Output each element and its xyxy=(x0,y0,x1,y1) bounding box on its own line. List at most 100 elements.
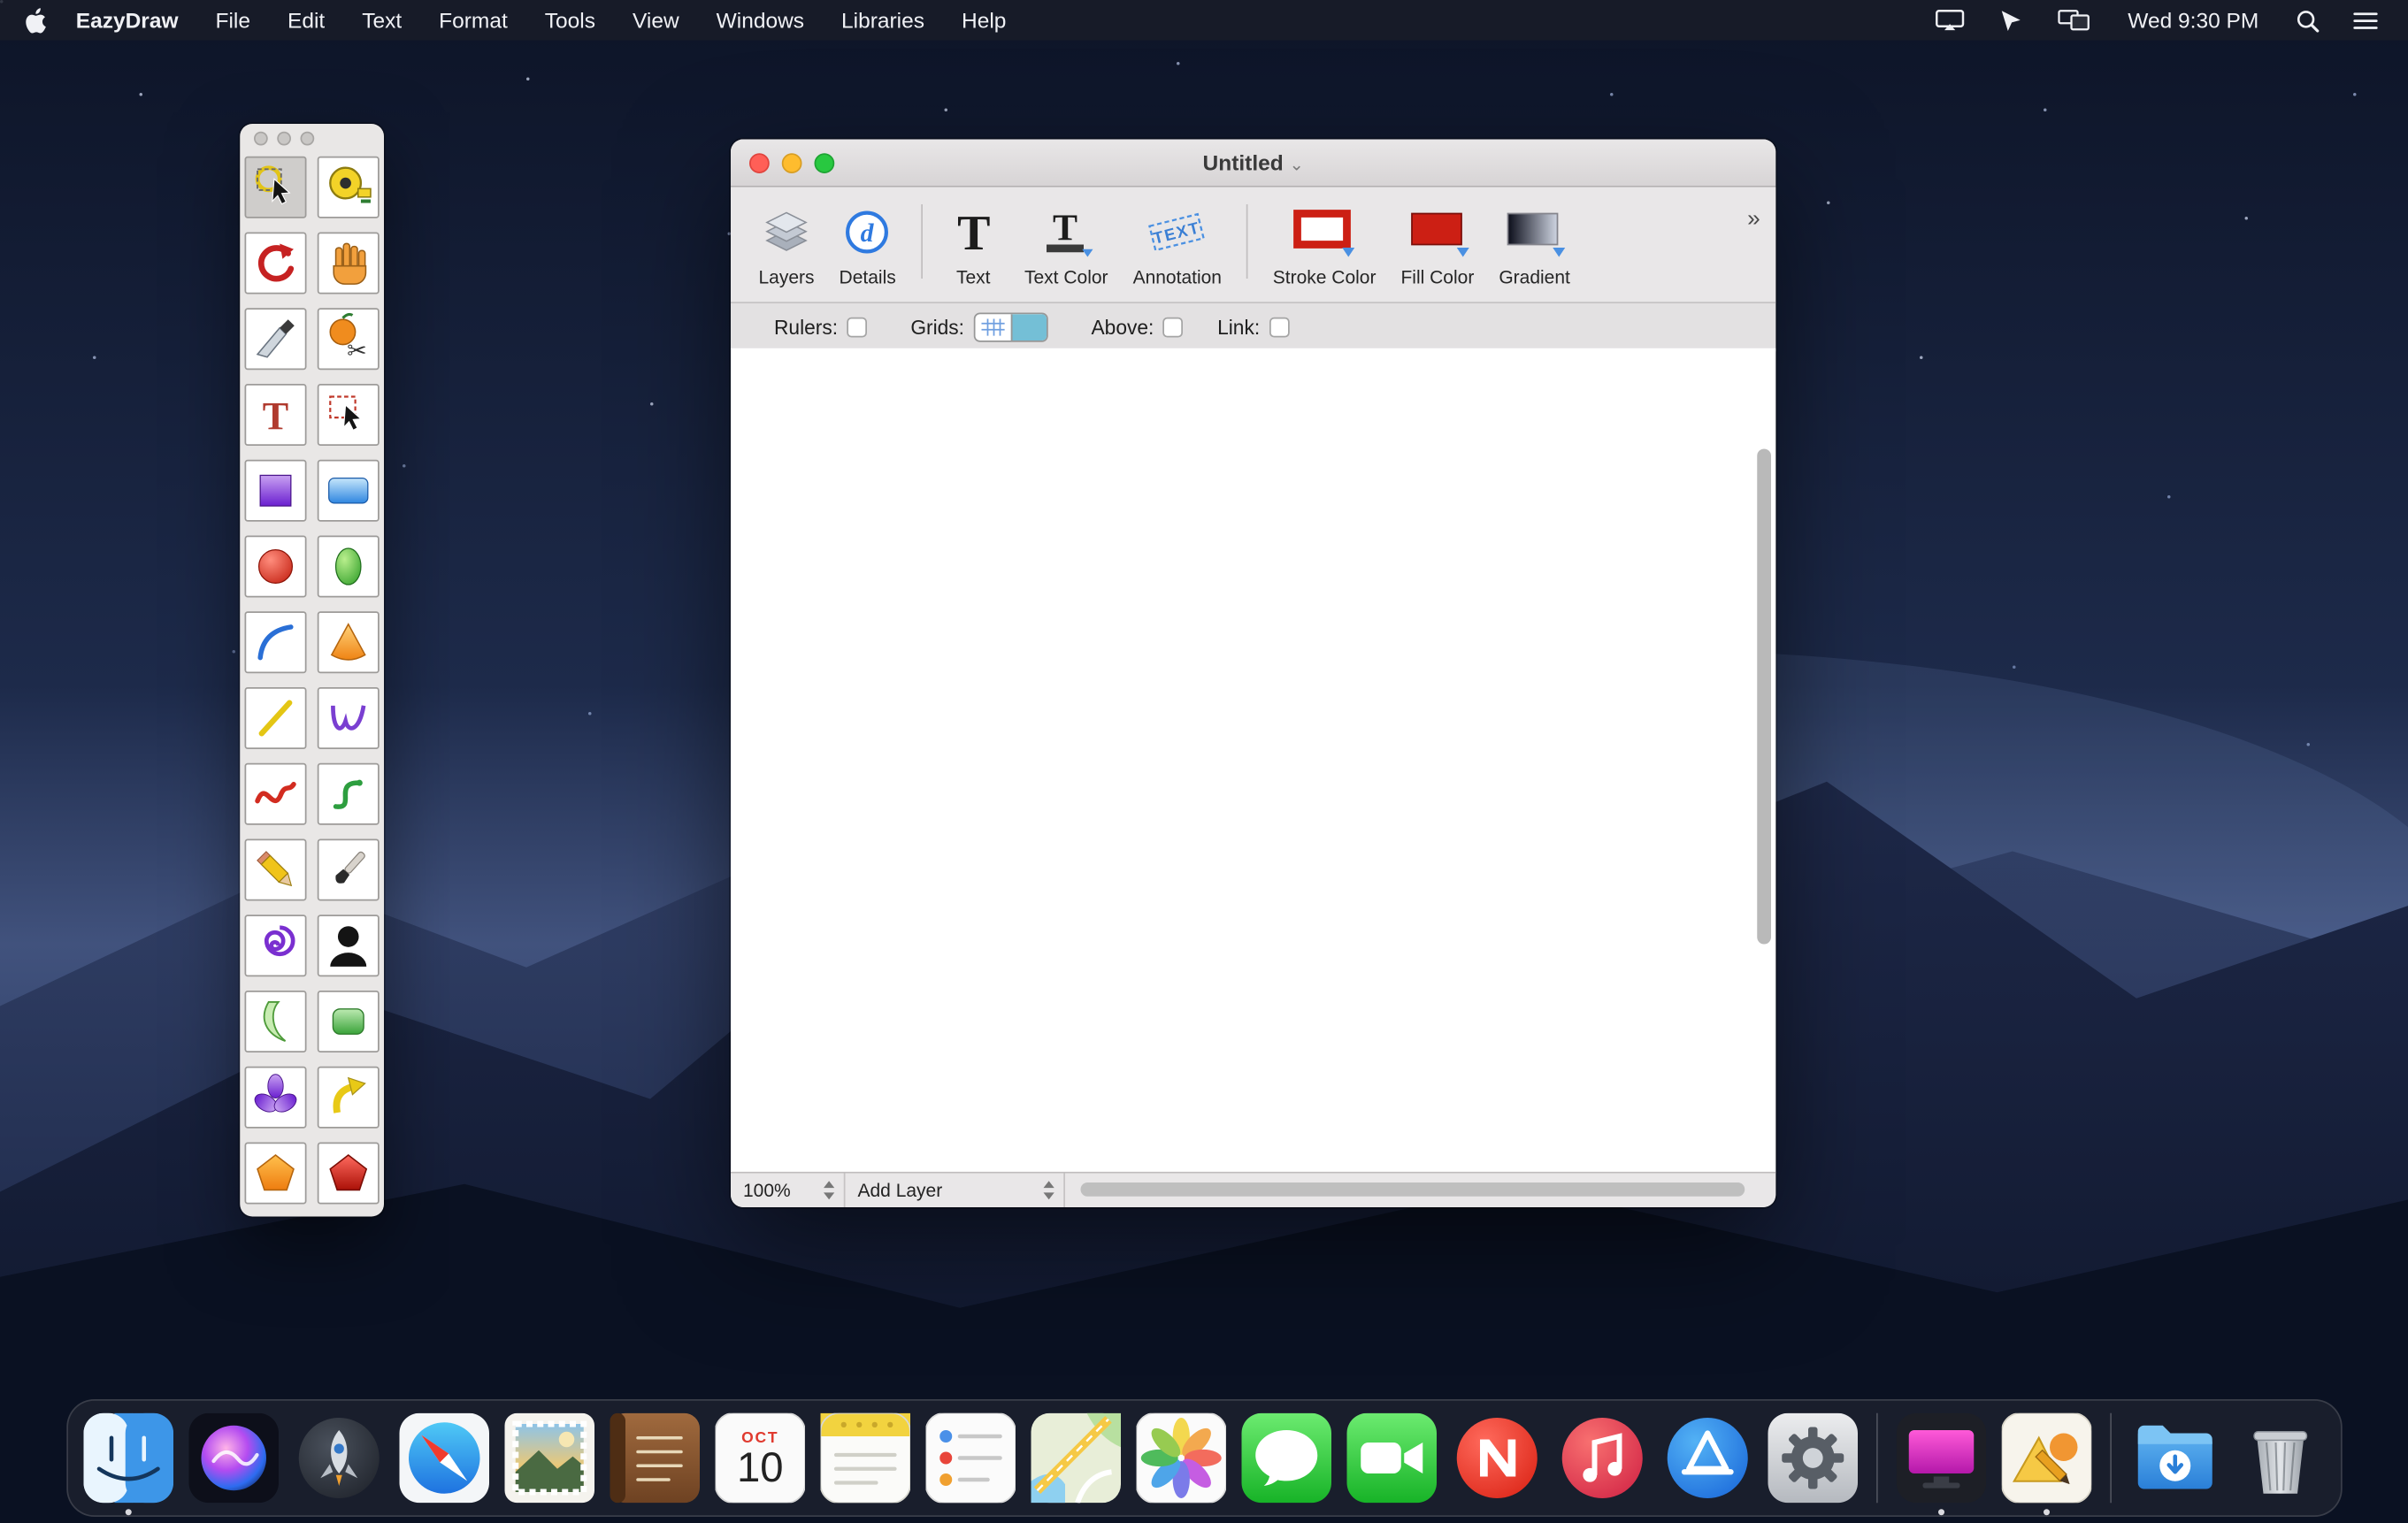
zoom-control[interactable]: 100% xyxy=(731,1174,846,1208)
menu-edit[interactable]: Edit xyxy=(269,8,343,33)
notification-center-icon[interactable] xyxy=(2344,10,2388,30)
palette-minimize-button[interactable] xyxy=(277,132,291,146)
tool-pinwheel[interactable] xyxy=(245,1067,307,1129)
tool-text[interactable]: T xyxy=(245,384,307,446)
dock-system-preferences[interactable] xyxy=(1768,1413,1859,1504)
menu-app-name[interactable]: EazyDraw xyxy=(54,8,196,33)
tool-curve[interactable] xyxy=(245,763,307,825)
tool-pencil[interactable] xyxy=(245,839,307,901)
tool-brush[interactable] xyxy=(318,839,380,901)
dock-app-store[interactable] xyxy=(1663,1413,1753,1504)
dock-finder[interactable] xyxy=(84,1413,174,1504)
menu-bar: EazyDraw File Edit Text Format Tools Vie… xyxy=(0,0,2408,41)
toolbar-text[interactable]: T Text xyxy=(935,198,1013,288)
grids-segmented-control xyxy=(974,312,1048,341)
toolbar-fill-color[interactable]: Fill Color xyxy=(1388,198,1486,288)
dock-news[interactable] xyxy=(1453,1413,1543,1504)
palette-close-button[interactable] xyxy=(254,132,268,146)
menu-libraries[interactable]: Libraries xyxy=(823,8,943,33)
dock-safari[interactable] xyxy=(400,1413,490,1504)
dock-display-app[interactable] xyxy=(1897,1413,1987,1504)
dock-messages[interactable] xyxy=(1242,1413,1332,1504)
window-titlebar[interactable]: Untitled ⌄ xyxy=(731,140,1775,188)
dock-downloads[interactable] xyxy=(2130,1413,2220,1504)
dock-reminders[interactable] xyxy=(926,1413,1016,1504)
airplay-display-icon[interactable] xyxy=(1927,10,1975,32)
displays-icon[interactable] xyxy=(2049,10,2100,32)
vertical-scrollbar[interactable] xyxy=(1757,449,1771,945)
spotlight-icon[interactable] xyxy=(2287,9,2328,32)
dock-itunes[interactable] xyxy=(1558,1413,1648,1504)
tool-rounded-rect[interactable] xyxy=(318,460,380,522)
menu-help[interactable]: Help xyxy=(943,8,1024,33)
apple-menu[interactable] xyxy=(22,7,55,34)
tool-crop[interactable]: ✂ xyxy=(318,308,380,370)
tool-polyline[interactable] xyxy=(318,687,380,749)
toolbar-overflow-button[interactable]: » xyxy=(1747,206,1757,233)
drawing-canvas[interactable] xyxy=(731,348,1775,1174)
dock-photos[interactable] xyxy=(1137,1413,1227,1504)
tool-line[interactable] xyxy=(245,687,307,749)
dock-maps[interactable] xyxy=(1031,1413,1122,1504)
menu-view[interactable]: View xyxy=(614,8,698,33)
grid-fill-button[interactable] xyxy=(1011,313,1047,340)
title-chevron-icon[interactable]: ⌄ xyxy=(1290,157,1304,175)
tool-silhouette[interactable] xyxy=(318,915,380,976)
window-title-text: Untitled xyxy=(1203,150,1284,175)
tool-arc[interactable] xyxy=(245,611,307,673)
svg-text:✂: ✂ xyxy=(347,337,366,364)
menu-text[interactable]: Text xyxy=(343,8,420,33)
dock-trash[interactable] xyxy=(2235,1413,2326,1504)
toolbar-details[interactable]: d Details xyxy=(827,198,909,288)
tool-select[interactable] xyxy=(245,157,307,218)
tool-measure-tape[interactable] xyxy=(318,157,380,218)
dock-notes[interactable] xyxy=(821,1413,911,1504)
pointer-icon[interactable] xyxy=(1990,9,2034,32)
toolbar-text-color-label: Text Color xyxy=(1024,266,1108,288)
details-icon: d xyxy=(843,202,893,264)
toolbar-annotation[interactable]: TEXT Annotation xyxy=(1121,198,1234,288)
dock-launchpad[interactable] xyxy=(295,1413,385,1504)
dock-mail[interactable] xyxy=(505,1413,595,1504)
tool-knife[interactable] xyxy=(245,308,307,370)
menu-file[interactable]: File xyxy=(197,8,269,33)
apple-icon xyxy=(25,7,48,34)
toolbar-text-color[interactable]: T Text Color xyxy=(1012,198,1121,288)
menu-windows[interactable]: Windows xyxy=(698,8,823,33)
palette-zoom-button[interactable] xyxy=(301,132,315,146)
tool-hand[interactable] xyxy=(318,233,380,295)
dock-siri[interactable] xyxy=(189,1413,280,1504)
dock-facetime[interactable] xyxy=(1347,1413,1438,1504)
tool-cone[interactable] xyxy=(318,611,380,673)
link-checkbox[interactable] xyxy=(1269,317,1290,337)
menu-format[interactable]: Format xyxy=(420,8,526,33)
tool-fold-arrow[interactable] xyxy=(318,1067,380,1129)
toolbar-stroke-color[interactable]: Stroke Color xyxy=(1261,198,1389,288)
tool-s-curve[interactable] xyxy=(318,763,380,825)
grid-lines-button[interactable] xyxy=(975,313,1010,340)
dock-separator xyxy=(1876,1413,1878,1504)
tool-pentagon[interactable] xyxy=(245,1143,307,1205)
toolbar-gradient[interactable]: Gradient xyxy=(1486,198,1583,288)
rulers-checkbox[interactable] xyxy=(847,317,868,337)
above-checkbox[interactable] xyxy=(1163,317,1184,337)
dock-calendar[interactable]: OCT 10 xyxy=(716,1413,806,1504)
menu-clock[interactable]: Wed 9:30 PM xyxy=(2115,8,2271,33)
tool-square[interactable] xyxy=(245,460,307,522)
tool-rotate[interactable] xyxy=(245,233,307,295)
tool-pentagon-solid[interactable] xyxy=(318,1143,380,1205)
dock-contacts[interactable] xyxy=(610,1413,701,1504)
horizontal-scrollbar[interactable] xyxy=(1081,1182,1745,1197)
horizontal-scrollbar-track[interactable] xyxy=(1065,1174,1775,1208)
toolbar-layers[interactable]: Layers xyxy=(747,198,827,288)
menu-tools[interactable]: Tools xyxy=(526,8,614,33)
add-layer-control[interactable]: Add Layer xyxy=(846,1174,1066,1208)
tool-spiral[interactable] xyxy=(245,915,307,976)
tool-circle[interactable] xyxy=(245,536,307,598)
tool-crescent[interactable] xyxy=(245,991,307,1052)
tool-green-square[interactable] xyxy=(318,991,380,1052)
tool-ellipse[interactable] xyxy=(318,536,380,598)
tool-select-frame[interactable] xyxy=(318,384,380,446)
dock-eazydraw[interactable] xyxy=(2002,1413,2092,1504)
palette-titlebar[interactable] xyxy=(240,124,384,153)
